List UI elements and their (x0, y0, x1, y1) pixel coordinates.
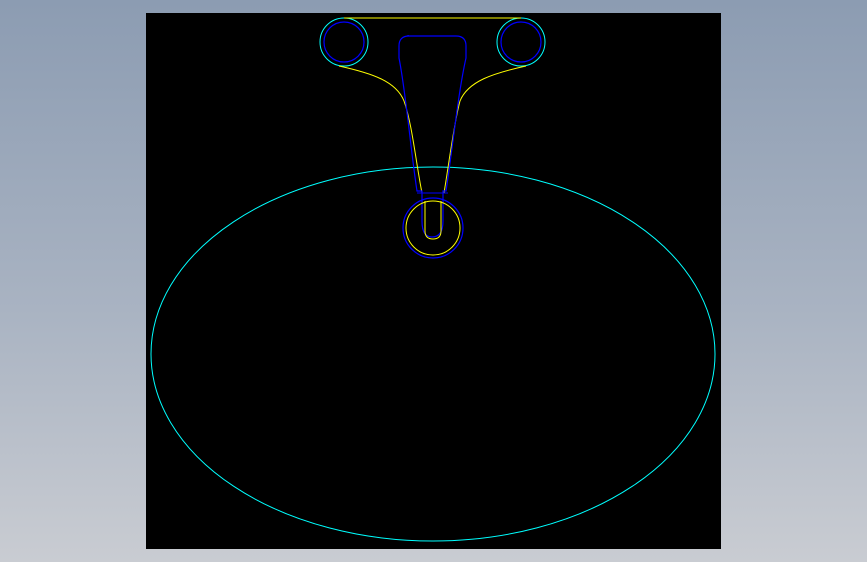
drawing-canvas[interactable] (146, 13, 721, 549)
left-mount-hole (323, 21, 365, 63)
cad-drawing (150, 17, 716, 542)
pivot-pin-slot (424, 201, 442, 240)
left-mount-ear-outline (319, 17, 369, 67)
center-slot (398, 34, 467, 238)
pivot-ring (405, 200, 461, 256)
right-mount-ear-outline (496, 17, 546, 67)
right-mount-hole (500, 21, 542, 63)
pivot-ring-outer (402, 197, 464, 259)
outer-ellipse (150, 166, 716, 542)
cad-viewport (0, 0, 867, 562)
bracket-outline (338, 65, 527, 194)
